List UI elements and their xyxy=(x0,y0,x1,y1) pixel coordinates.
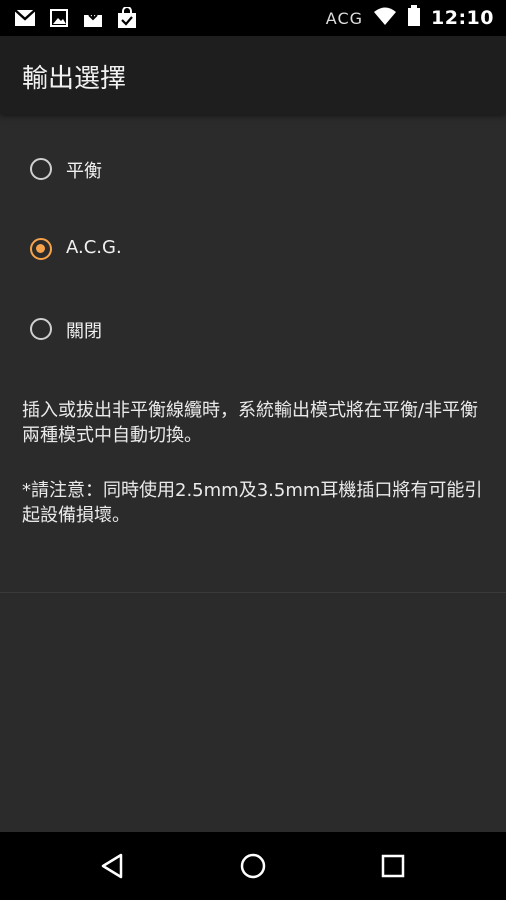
option-label: 平衡 xyxy=(66,161,102,182)
status-bar: ACG 12:10 xyxy=(0,0,506,36)
recents-icon xyxy=(381,854,405,878)
settings-content: 平衡 A.C.G. 關閉 插入或拔出非平衡線纜時，系統輸出模式將在平衡/非平衡兩… xyxy=(0,114,506,592)
radio-button[interactable] xyxy=(30,318,52,340)
carrier-label: ACG xyxy=(325,8,364,28)
radio-option-acg[interactable]: A.C.G. xyxy=(0,217,506,287)
battery-icon xyxy=(407,5,421,31)
navigation-bar xyxy=(0,832,506,900)
radio-option-balanced[interactable]: 平衡 xyxy=(0,137,506,207)
notification-icons xyxy=(14,7,138,29)
radio-button[interactable] xyxy=(30,158,52,180)
home-icon xyxy=(240,853,266,879)
gmail-icon xyxy=(14,7,36,29)
warning-text: *請注意：同時使用2.5mm及3.5mm耳機插口將有可能引起設備損壞。 xyxy=(22,480,483,526)
option-label: 關閉 xyxy=(66,321,102,342)
radio-button-selected[interactable] xyxy=(30,238,52,260)
clock: 12:10 xyxy=(431,7,494,29)
home-button[interactable] xyxy=(233,846,273,886)
back-icon xyxy=(101,853,123,879)
recents-button[interactable] xyxy=(373,846,413,886)
app-toolbar: 輸出選擇 xyxy=(0,36,506,114)
shop-bag-icon xyxy=(116,7,138,29)
page-title: 輸出選擇 xyxy=(22,64,127,94)
wifi-icon xyxy=(373,6,397,30)
radio-option-off[interactable]: 關閉 xyxy=(0,297,506,367)
option-label: A.C.G. xyxy=(66,237,122,258)
divider xyxy=(0,592,506,593)
back-button[interactable] xyxy=(92,846,132,886)
description-text: 插入或拔出非平衡線纜時，系統輸出模式將在平衡/非平衡兩種模式中自動切換。 xyxy=(22,400,479,446)
download-icon xyxy=(82,7,104,29)
image-icon xyxy=(48,7,70,29)
